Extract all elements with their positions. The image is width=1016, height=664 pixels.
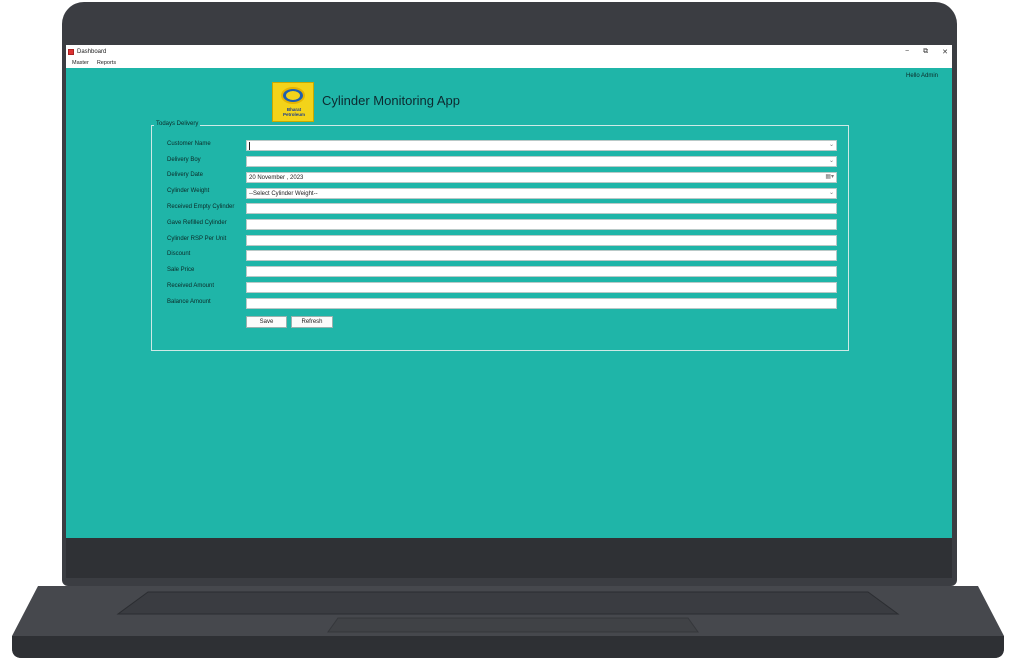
chevron-down-icon[interactable]: ⌄: [829, 157, 834, 164]
cylinder-weight-select[interactable]: --Select Cylinder Weight-- ⌄: [246, 188, 837, 199]
window-controls: − ⧉ ✕: [905, 45, 948, 58]
discount-label: Discount: [167, 251, 191, 257]
gave-refilled-label: Gave Refilled Cylinder: [167, 220, 227, 226]
title-bar: Dashboard − ⧉ ✕: [66, 45, 952, 58]
cylinder-weight-label: Cylinder Weight: [167, 188, 210, 194]
refresh-button[interactable]: Refresh: [291, 316, 333, 328]
customer-name-label: Customer Name: [167, 141, 211, 147]
sale-price-input[interactable]: [246, 266, 837, 277]
menu-master[interactable]: Master: [72, 60, 89, 66]
laptop-base: [8, 586, 1008, 658]
bharat-petroleum-logo: Bharat Petroleum: [272, 82, 314, 122]
group-title: Todays Delivery: [154, 121, 201, 127]
customer-name-combo[interactable]: ⌄: [246, 140, 837, 151]
balance-amount-input[interactable]: [246, 298, 837, 309]
gave-refilled-input[interactable]: [246, 219, 837, 230]
cylinder-weight-value: --Select Cylinder Weight--: [249, 190, 318, 197]
delivery-date-label: Delivery Date: [167, 172, 204, 178]
app-title: Cylinder Monitoring App: [322, 93, 461, 108]
menu-bar: Master Reports: [66, 58, 952, 68]
received-amount-label: Received Amount: [167, 283, 215, 289]
restore-icon[interactable]: ⧉: [923, 48, 928, 56]
received-amount-input[interactable]: [246, 282, 837, 293]
rsp-label: Cylinder RSP Per Unit: [167, 236, 227, 242]
chevron-down-icon[interactable]: ⌄: [829, 141, 834, 148]
window-title: Dashboard: [77, 48, 107, 55]
close-icon[interactable]: ✕: [942, 48, 948, 56]
menu-reports[interactable]: Reports: [97, 60, 116, 66]
received-empty-input[interactable]: [246, 203, 837, 214]
calendar-icon[interactable]: ▦▾: [825, 173, 834, 180]
delivery-date-picker[interactable]: 20 November , 2023 ▦▾: [246, 172, 837, 183]
app-icon: [68, 48, 74, 55]
discount-input[interactable]: [246, 250, 837, 261]
minimize-icon[interactable]: −: [905, 48, 909, 55]
delivery-boy-combo[interactable]: ⌄: [246, 156, 837, 167]
greeting-text: Hello Admin: [905, 73, 938, 79]
delivery-date-value: 20 November , 2023: [249, 174, 304, 181]
screen-bezel: [66, 538, 952, 578]
rsp-input[interactable]: [246, 235, 837, 246]
delivery-boy-label: Delivery Boy: [167, 157, 201, 163]
received-empty-label: Received Empty Cylinder: [167, 204, 235, 210]
save-button[interactable]: Save: [246, 316, 287, 328]
balance-amount-label: Balance Amount: [167, 299, 211, 305]
sale-price-label: Sale Price: [167, 267, 195, 273]
app-window: Dashboard − ⧉ ✕ Master Reports Hello Adm…: [66, 45, 952, 538]
text-cursor: [249, 141, 250, 150]
chevron-down-icon[interactable]: ⌄: [829, 189, 834, 196]
logo-text-line2: Petroleum: [282, 112, 305, 117]
